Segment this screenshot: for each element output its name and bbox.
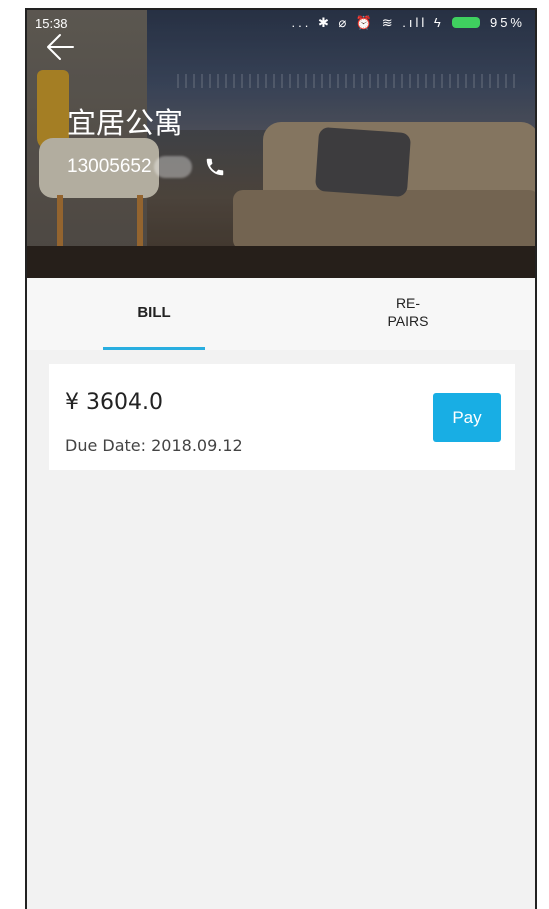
battery-icon <box>452 17 481 28</box>
pay-button[interactable]: Pay <box>433 393 501 442</box>
phone-number-redacted <box>153 156 192 178</box>
phone-icon[interactable] <box>204 156 226 178</box>
bill-amount: ¥ 3604.0 <box>65 390 163 415</box>
back-button[interactable] <box>43 30 87 70</box>
hero-shade <box>27 10 535 278</box>
phone-number: 13005652 <box>67 156 152 177</box>
status-icons: ... ✱ ⌀ ⏰ ≋ .ıll ϟ 95% <box>292 15 525 31</box>
bill-due-date: Due Date: 2018.09.12 <box>65 436 243 455</box>
header-hero-image <box>27 10 535 278</box>
tab-repairs[interactable]: RE- PAIRS <box>281 278 535 350</box>
battery-percent: 95% <box>489 15 525 30</box>
tab-repairs-label: RE- PAIRS <box>387 295 429 329</box>
tab-bar: BILL RE- PAIRS <box>27 278 535 350</box>
tab-bill-label: BILL <box>137 304 171 321</box>
status-icons-text: ... ✱ ⌀ ⏰ ≋ .ıll ϟ <box>291 15 444 30</box>
phone-row: 13005652 <box>67 156 226 178</box>
tab-active-indicator <box>103 347 205 350</box>
arrow-left-icon <box>47 34 74 60</box>
bill-card: ¥ 3604.0 Due Date: 2018.09.12 Pay <box>49 364 515 470</box>
tab-bill[interactable]: BILL <box>27 278 281 350</box>
page-title: 宜居公寓 <box>67 106 184 140</box>
status-bar: 15:38 ... ✱ ⌀ ⏰ ≋ .ıll ϟ 95% <box>27 10 535 36</box>
app-screen: 15:38 ... ✱ ⌀ ⏰ ≋ .ıll ϟ 95% 宜居公寓 130056… <box>25 8 537 909</box>
status-time: 15:38 <box>35 16 68 31</box>
